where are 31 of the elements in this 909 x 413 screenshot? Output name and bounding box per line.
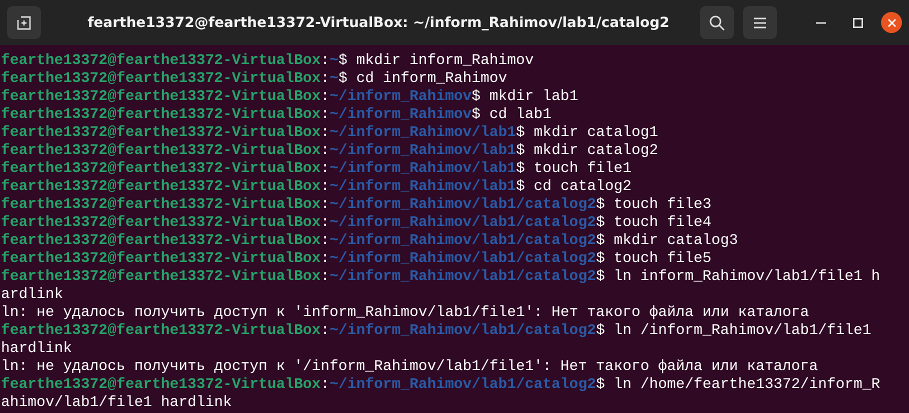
close-button[interactable]: [881, 12, 902, 33]
maximize-icon: [853, 18, 863, 28]
window-title: fearthe13372@fearthe13372-VirtualBox: ~/inform_Rahimov/lab1/catalog2: [86, 14, 670, 30]
prompt-line: fearthe13372@fearthe13372-VirtualBox:~/inform_Rahimov/lab1/catalog2$ mkdir catalog3: [1, 232, 740, 250]
output-line: ahimov/lab1/file1 hardlink: [1, 394, 233, 412]
prompt-line: fearthe13372@fearthe13372-VirtualBox:~/inform_Rahimov/lab1/catalog2$ ln /inform_Rahimov/lab1/file1: [1, 322, 872, 340]
prompt-line: fearthe13372@fearthe13372-VirtualBox:~$ cd inform_Rahimov: [1, 70, 508, 88]
output-line: ardlink: [1, 286, 64, 304]
output-line: ln: не удалось получить доступ к 'inform_Rahimov/lab1/file1': Нет такого файла или каталога: [1, 304, 810, 322]
prompt-line: fearthe13372@fearthe13372-VirtualBox:~/inform_Rahimov/lab1$ mkdir catalog2: [1, 142, 660, 160]
search-icon: [709, 14, 725, 30]
new-tab-button[interactable]: [7, 6, 41, 39]
prompt-line: fearthe13372@fearthe13372-VirtualBox:~/inform_Rahimov/lab1/catalog2$ touch file4: [1, 214, 712, 232]
prompt-line: fearthe13372@fearthe13372-VirtualBox:~/inform_Rahimov$ cd lab1: [1, 106, 553, 124]
prompt-line: fearthe13372@fearthe13372-VirtualBox:~/inform_Rahimov/lab1/catalog2$ touch file5: [1, 250, 712, 268]
prompt-line: fearthe13372@fearthe13372-VirtualBox:~$ mkdir inform_Rahimov: [1, 52, 535, 70]
prompt-line: fearthe13372@fearthe13372-VirtualBox:~/inform_Rahimov/lab1$ cd catalog2: [1, 178, 632, 196]
menu-icon: [753, 16, 767, 28]
output-line: hardlink: [1, 340, 74, 358]
new-tab-icon: [16, 16, 32, 30]
search-button[interactable]: [700, 6, 734, 39]
prompt-line: fearthe13372@fearthe13372-VirtualBox:~/inform_Rahimov/lab1/catalog2$ ln inform_Rahimov/lab1/file1 h: [1, 268, 882, 286]
close-icon: [888, 18, 896, 26]
menu-button[interactable]: [743, 6, 777, 39]
prompt-line: fearthe13372@fearthe13372-VirtualBox:~/inform_Rahimov/lab1/catalog2$ touch file3: [1, 196, 712, 214]
minimize-icon: [816, 22, 826, 24]
prompt-line: fearthe13372@fearthe13372-VirtualBox:~/inform_Rahimov$ mkdir lab1: [1, 88, 580, 106]
output-line: ln: не удалось получить доступ к '/inform_Rahimov/lab1/file1': Нет такого файла или каталога: [1, 358, 819, 376]
prompt-line: fearthe13372@fearthe13372-VirtualBox:~/inform_Rahimov/lab1/catalog2$ ln /home/fearthe13372/inform_R: [1, 376, 882, 394]
prompt-line: fearthe13372@fearthe13372-VirtualBox:~/inform_Rahimov/lab1$ mkdir catalog1: [1, 124, 660, 142]
prompt-line: fearthe13372@fearthe13372-VirtualBox:~/inform_Rahimov/lab1$ touch file1: [1, 160, 632, 178]
